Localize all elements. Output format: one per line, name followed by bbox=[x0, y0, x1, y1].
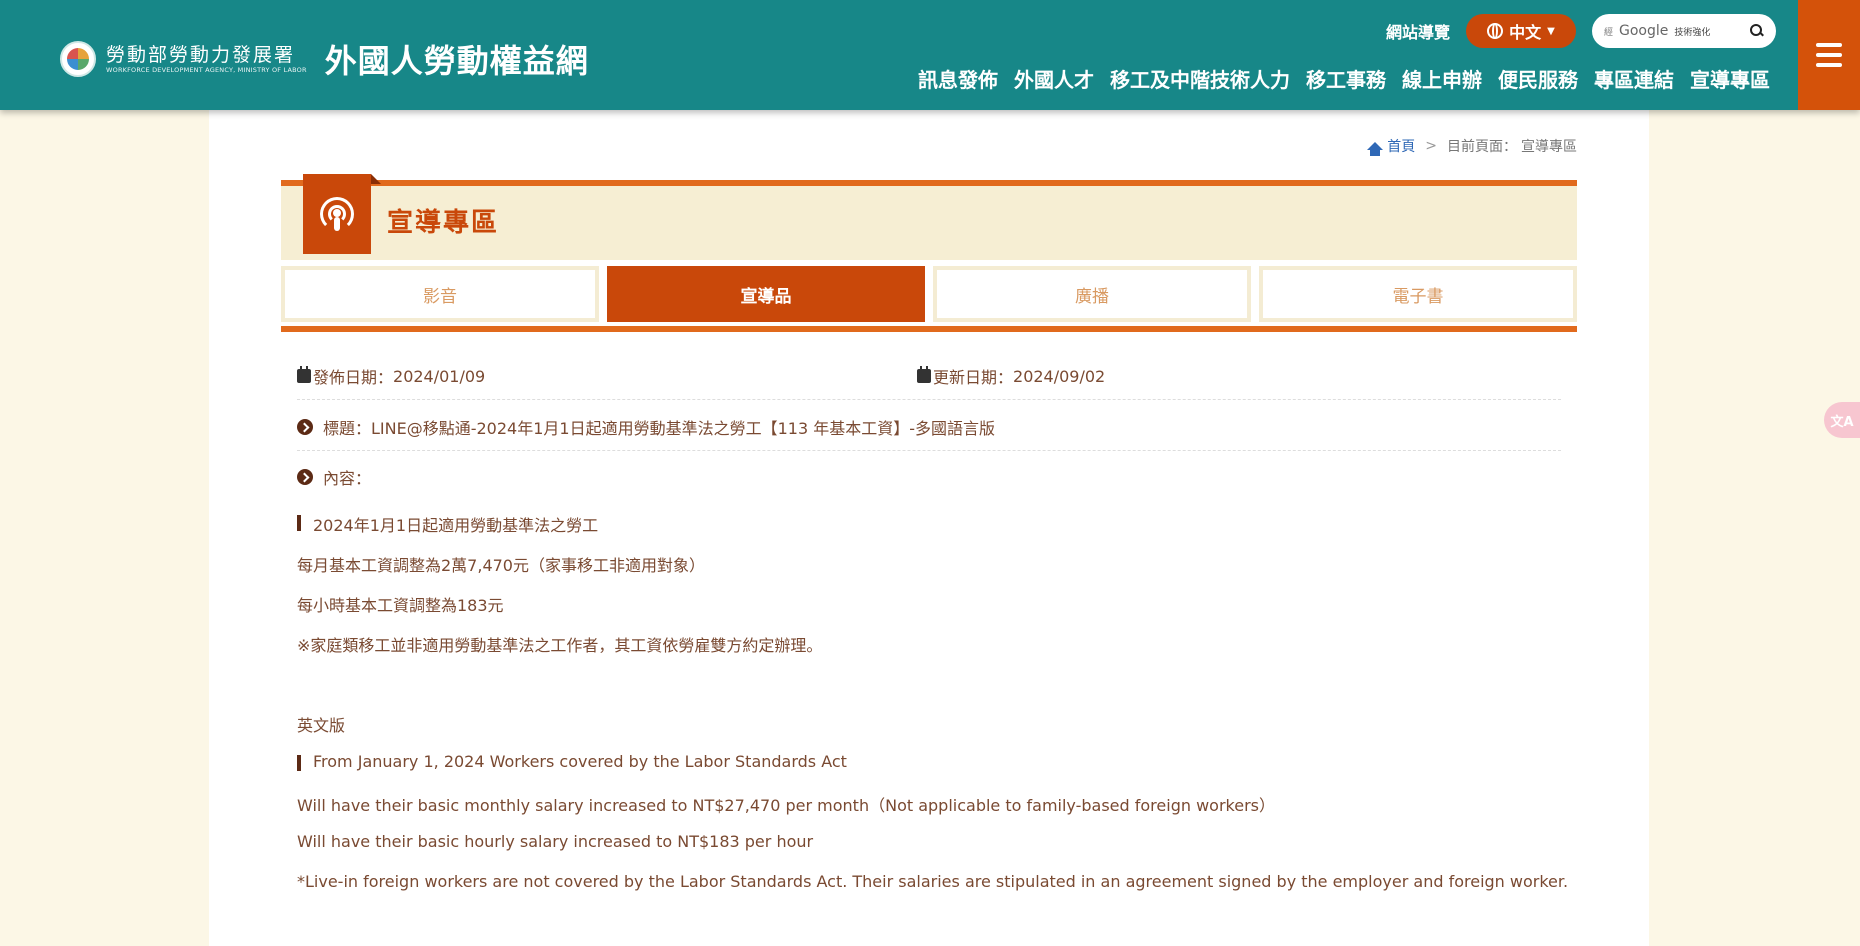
sitemap-link[interactable]: 網站導覽 bbox=[1386, 19, 1450, 43]
update-date-label: 更新日期： bbox=[933, 368, 1014, 387]
main-nav: 訊息發佈 外國人才 移工及中階技術人力 移工事務 線上申辦 便民服務 專區連結 … bbox=[902, 64, 1770, 93]
article-title-row: 標題： LINE@移點通-2024年1月1日起適用勞動基準法之勞工【113 年基… bbox=[297, 412, 995, 442]
home-icon[interactable] bbox=[1367, 142, 1384, 156]
nav-item-online-apply[interactable]: 線上申辦 bbox=[1402, 64, 1482, 93]
hamburger-menu-icon[interactable] bbox=[1798, 0, 1860, 110]
zh-note: ※家庭類移工並非適用勞動基準法之工作者，其工資依勞雇雙方約定辦理。 bbox=[297, 636, 823, 655]
en-line-hourly: Will have their basic hourly salary incr… bbox=[297, 832, 814, 851]
language-label: 中文 bbox=[1509, 23, 1542, 42]
translate-icon[interactable]: 文A bbox=[1824, 402, 1860, 438]
breadcrumb-home[interactable]: 首頁 bbox=[1387, 136, 1415, 156]
nav-item-services[interactable]: 便民服務 bbox=[1498, 64, 1578, 93]
agency-emblem-icon bbox=[60, 41, 96, 77]
nav-item-promotion[interactable]: 宣導專區 bbox=[1690, 64, 1770, 93]
tab-promotional-items[interactable]: 宣導品 bbox=[607, 266, 925, 322]
update-date: 更新日期： 2024/09/02 bbox=[917, 364, 1105, 388]
agency-name: 勞動部勞動力發展署 WORKFORCE DEVELOPMENT AGENCY, … bbox=[106, 44, 307, 75]
article-content-label: 內容： bbox=[323, 469, 372, 488]
search-icon[interactable] bbox=[1750, 24, 1764, 38]
nav-item-foreign-talent[interactable]: 外國人才 bbox=[1014, 64, 1094, 93]
search-mark: 經 bbox=[1604, 27, 1614, 38]
podcast-icon bbox=[320, 197, 354, 231]
search-brand-sub: 技術強化 bbox=[1674, 27, 1711, 38]
publish-date-value: 2024/01/09 bbox=[393, 366, 486, 386]
tab-video[interactable]: 影音 bbox=[281, 266, 599, 322]
nav-item-links[interactable]: 專區連結 bbox=[1594, 64, 1674, 93]
language-button[interactable]: 中文 ▼ bbox=[1466, 14, 1576, 48]
section-icon bbox=[303, 174, 381, 254]
site-header: 勞動部勞動力發展署 WORKFORCE DEVELOPMENT AGENCY, … bbox=[0, 0, 1860, 110]
breadcrumb: 首頁 > 目前頁面： 宣導專區 bbox=[1367, 136, 1577, 156]
en-note: *Live-in foreign workers are not covered… bbox=[297, 872, 1569, 891]
article-meta: 發佈日期： 2024/01/09 更新日期： 2024/09/02 bbox=[297, 364, 1561, 396]
calendar-icon bbox=[297, 366, 311, 383]
search-input[interactable]: 經 Google 技術強化 bbox=[1592, 14, 1776, 48]
breadcrumb-current-label: 目前頁面： bbox=[1447, 139, 1517, 155]
utility-bar: 網站導覽 中文 ▼ 經 Google 技術強化 bbox=[1386, 14, 1776, 48]
nav-item-migrant-workers[interactable]: 移工及中階技術人力 bbox=[1110, 64, 1290, 93]
agency-logo[interactable]: 勞動部勞動力發展署 WORKFORCE DEVELOPMENT AGENCY, … bbox=[60, 36, 589, 82]
publish-date-label: 發佈日期： bbox=[313, 368, 394, 387]
section-banner: 宣導專區 bbox=[281, 174, 1577, 260]
zh-heading: 2024年1月1日起適用勞動基準法之勞工 bbox=[297, 512, 598, 536]
divider bbox=[297, 450, 1561, 451]
tab-radio[interactable]: 廣播 bbox=[933, 266, 1251, 322]
breadcrumb-separator: > bbox=[1425, 138, 1437, 154]
zh-line-hourly: 每小時基本工資調整為183元 bbox=[297, 596, 504, 615]
en-line-monthly: Will have their basic monthly salary inc… bbox=[297, 796, 1275, 815]
site-title[interactable]: 外國人勞動權益網 bbox=[325, 36, 589, 82]
section-title: 宣導專區 bbox=[387, 208, 500, 238]
en-label: 英文版 bbox=[297, 716, 346, 735]
nav-item-news[interactable]: 訊息發佈 bbox=[918, 64, 998, 93]
agency-name-en: WORKFORCE DEVELOPMENT AGENCY, MINISTRY O… bbox=[106, 65, 307, 74]
caret-down-icon: ▼ bbox=[1547, 25, 1555, 37]
breadcrumb-current: 宣導專區 bbox=[1521, 139, 1577, 155]
en-heading: From January 1, 2024 Workers covered by … bbox=[297, 752, 847, 771]
publish-date: 發佈日期： 2024/01/09 bbox=[297, 364, 485, 388]
chevron-right-icon bbox=[297, 469, 313, 485]
search-brand: Google bbox=[1619, 23, 1669, 39]
update-date-value: 2024/09/02 bbox=[1013, 366, 1106, 386]
calendar-icon bbox=[917, 366, 931, 383]
nav-item-migrant-affairs[interactable]: 移工事務 bbox=[1306, 64, 1386, 93]
article-content-row: 內容： bbox=[297, 462, 371, 492]
main-content: 首頁 > 目前頁面： 宣導專區 宣導專區 影音 宣導品 廣播 電子書 發佈日期：… bbox=[209, 110, 1649, 946]
divider bbox=[297, 399, 1561, 400]
article-title-label: 標題： bbox=[323, 419, 372, 438]
tab-ebook[interactable]: 電子書 bbox=[1259, 266, 1577, 322]
agency-name-zh: 勞動部勞動力發展署 bbox=[106, 43, 296, 66]
chevron-right-icon bbox=[297, 419, 313, 435]
globe-icon bbox=[1487, 23, 1504, 39]
article-title: LINE@移點通-2024年1月1日起適用勞動基準法之勞工【113 年基本工資】… bbox=[371, 419, 995, 438]
category-tabs: 影音 宣導品 廣播 電子書 bbox=[281, 266, 1577, 332]
tabs-divider bbox=[281, 326, 1577, 332]
zh-line-monthly: 每月基本工資調整為2萬7,470元（家事移工非適用對象） bbox=[297, 556, 705, 575]
